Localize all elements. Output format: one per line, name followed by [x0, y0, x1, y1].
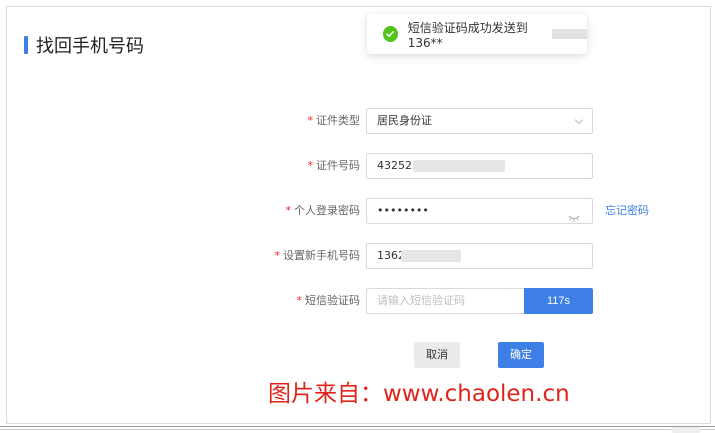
id-number-label: * 证件号码 — [307, 159, 361, 172]
chevron-down-icon — [574, 115, 584, 125]
page-title: 找回手机号码 — [36, 36, 144, 57]
divider — [0, 426, 715, 427]
new-phone-label: * 设置新手机号码 — [274, 249, 361, 262]
form-row-new-phone: * 设置新手机号码 1362 — [0, 243, 715, 269]
cancel-button[interactable]: 取消 — [414, 342, 460, 368]
password-input[interactable]: •••••••• — [366, 198, 593, 224]
password-label: * 个人登录密码 — [285, 204, 361, 217]
masked-value — [413, 160, 505, 172]
form-row-password: * 个人登录密码 •••••••• 忘记密码 — [0, 198, 715, 224]
id-type-select[interactable]: 居民身份证 — [366, 108, 593, 134]
page-header: 找回手机号码 — [24, 32, 144, 58]
check-circle-icon — [383, 26, 398, 42]
toast-message: 短信验证码成功发送到136** — [407, 20, 528, 50]
confirm-button[interactable]: 确定 — [498, 342, 544, 368]
resend-code-button[interactable]: 117s — [524, 288, 593, 314]
forgot-password-link[interactable]: 忘记密码 — [605, 198, 649, 224]
new-phone-input[interactable]: 1362 — [366, 243, 593, 269]
password-value: •••••••• — [377, 204, 429, 217]
form-row-id-number: * 证件号码 432522 — [0, 153, 715, 179]
sms-code-input[interactable]: 请输入短信验证码 — [366, 288, 524, 314]
success-toast: 短信验证码成功发送到136** — [367, 14, 587, 54]
title-accent-bar — [24, 36, 28, 54]
form-row-sms-code: * 短信验证码 请输入短信验证码 117s — [0, 288, 715, 314]
eye-closed-icon[interactable] — [568, 207, 580, 231]
form-row-id-type: * 证件类型 居民身份证 — [0, 108, 715, 134]
id-type-label: * 证件类型 — [307, 114, 361, 127]
sms-code-label: * 短信验证码 — [296, 294, 361, 307]
watermark-text: 图片来自：www.chaolen.cn — [268, 381, 570, 407]
id-number-input[interactable]: 432522 — [366, 153, 593, 179]
masked-number — [552, 29, 587, 39]
masked-value — [401, 250, 461, 262]
id-type-value: 居民身份证 — [377, 114, 432, 127]
divider — [0, 429, 715, 430]
scroll-handle — [671, 427, 701, 433]
